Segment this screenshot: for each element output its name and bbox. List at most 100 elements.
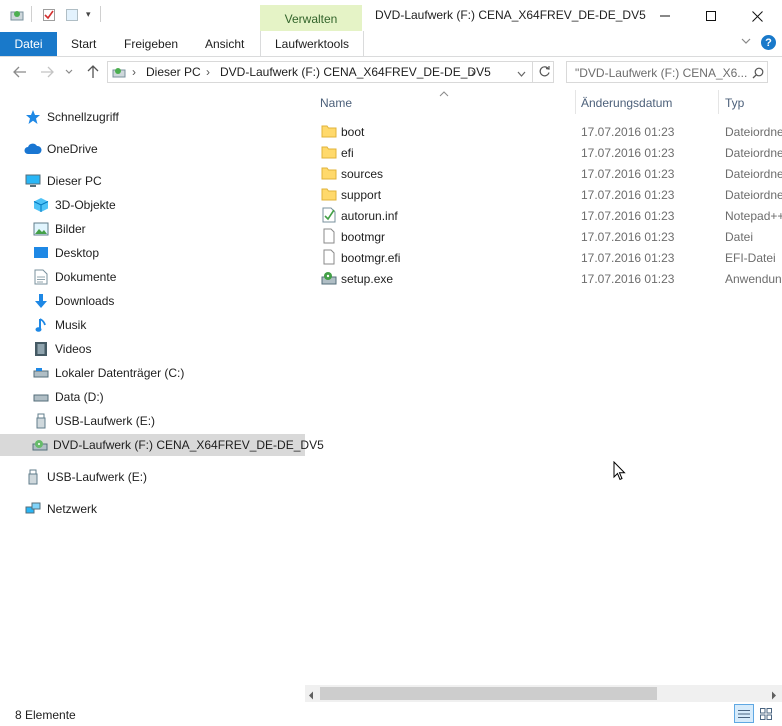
file-date: 17.07.2016 01:23 bbox=[581, 188, 675, 202]
properties-icon[interactable] bbox=[42, 8, 56, 22]
file-date: 17.07.2016 01:23 bbox=[581, 125, 675, 139]
close-button[interactable] bbox=[734, 0, 780, 32]
tab-datei[interactable]: Datei bbox=[0, 32, 57, 56]
minimize-button[interactable] bbox=[642, 0, 688, 32]
refresh-icon[interactable] bbox=[538, 65, 551, 81]
forward-button[interactable] bbox=[38, 63, 56, 81]
toolbar-divider bbox=[31, 6, 32, 22]
nav-item-schnellzugriff[interactable]: Schnellzugriff bbox=[24, 106, 119, 128]
horizontal-scrollbar[interactable] bbox=[305, 685, 782, 702]
status-bar: 8 Elemente bbox=[0, 702, 782, 726]
file-row[interactable]: bootmgr.efi 17.07.2016 01:23 EFI-Datei bbox=[305, 247, 782, 268]
file-row[interactable]: sources 17.07.2016 01:23 Dateiordner bbox=[305, 163, 782, 184]
dvd-icon bbox=[32, 437, 48, 453]
tab-ansicht[interactable]: Ansicht bbox=[205, 32, 244, 56]
file-name: setup.exe bbox=[341, 272, 394, 286]
file-icon bbox=[321, 249, 337, 265]
item-count: 8 Elemente bbox=[15, 708, 76, 722]
file-name: autorun.inf bbox=[341, 209, 398, 223]
search-input[interactable]: "DVD-Laufwerk (F:) CENA_X6... bbox=[566, 61, 768, 83]
address-history-dropdown-icon[interactable] bbox=[517, 66, 526, 80]
expand-ribbon-icon[interactable] bbox=[741, 36, 751, 48]
nav-item-usb-laufwerk-e-root[interactable]: USB-Laufwerk (E:) bbox=[24, 466, 147, 488]
file-row[interactable]: boot 17.07.2016 01:23 Dateiordner bbox=[305, 121, 782, 142]
file-row[interactable]: setup.exe 17.07.2016 01:23 Anwendung bbox=[305, 268, 782, 289]
file-type: Anwendung bbox=[725, 272, 782, 286]
large-icons-view-button[interactable] bbox=[756, 704, 776, 723]
scrollbar-thumb[interactable] bbox=[320, 687, 657, 700]
file-row[interactable]: bootmgr 17.07.2016 01:23 Datei bbox=[305, 226, 782, 247]
file-name: boot bbox=[341, 125, 365, 139]
nav-item-label: Bilder bbox=[55, 222, 86, 236]
file-date: 17.07.2016 01:23 bbox=[581, 209, 675, 223]
file-type: Dateiordner bbox=[725, 146, 782, 160]
details-view-button[interactable] bbox=[734, 704, 754, 723]
recent-locations-icon[interactable] bbox=[63, 63, 75, 81]
nav-item-usb-laufwerk-e[interactable]: USB-Laufwerk (E:) bbox=[32, 410, 155, 432]
breadcrumb-separator-icon[interactable]: › bbox=[206, 65, 210, 79]
address-divider bbox=[532, 62, 533, 82]
nav-item-3d-objekte[interactable]: 3D-Objekte bbox=[32, 194, 116, 216]
mouse-cursor-icon bbox=[613, 460, 626, 484]
nav-item-label: Lokaler Datenträger (C:) bbox=[55, 366, 185, 380]
breadcrumb-dvd-drive[interactable]: DVD-Laufwerk (F:) CENA_X64FREV_DE-DE_DV5 bbox=[220, 65, 491, 79]
search-icon[interactable] bbox=[752, 67, 764, 82]
file-row[interactable]: efi 17.07.2016 01:23 Dateiordner bbox=[305, 142, 782, 163]
file-name: bootmgr.efi bbox=[341, 251, 401, 265]
column-header-date[interactable]: Änderungsdatum bbox=[581, 96, 672, 110]
column-header-type[interactable]: Typ bbox=[725, 96, 744, 110]
column-divider[interactable] bbox=[575, 90, 576, 114]
title-bar: ▾ Verwalten DVD-Laufwerk (F:) CENA_X64FR… bbox=[0, 0, 782, 32]
window-title: DVD-Laufwerk (F:) CENA_X64FREV_DE-DE_DV5 bbox=[375, 8, 646, 22]
nav-item-downloads[interactable]: Downloads bbox=[32, 290, 114, 312]
help-button[interactable]: ? bbox=[761, 35, 776, 50]
toolbar-divider bbox=[100, 6, 101, 22]
maximize-button[interactable] bbox=[688, 0, 734, 32]
address-box[interactable]: › Dieser PC › DVD-Laufwerk (F:) CENA_X64… bbox=[107, 61, 554, 83]
nav-item-label: USB-Laufwerk (E:) bbox=[47, 470, 148, 484]
scroll-left-icon[interactable] bbox=[308, 689, 314, 703]
nav-item-dokumente[interactable]: Dokumente bbox=[32, 266, 116, 288]
breadcrumb-separator-icon[interactable]: › bbox=[132, 65, 136, 79]
nav-item-label: DVD-Laufwerk (F:) CENA_X64FREV_DE-DE_DV5 bbox=[53, 438, 324, 452]
dvd-drive-icon bbox=[112, 65, 126, 82]
file-row[interactable]: support 17.07.2016 01:23 Dateiordner bbox=[305, 184, 782, 205]
nav-item-label: Netzwerk bbox=[47, 502, 98, 516]
customize-toolbar-icon[interactable]: ▾ bbox=[86, 9, 100, 23]
nav-item-videos[interactable]: Videos bbox=[32, 338, 91, 360]
pictures-icon bbox=[32, 221, 50, 237]
network-icon bbox=[24, 501, 42, 517]
column-header-name[interactable]: Name bbox=[320, 96, 352, 110]
scroll-right-icon[interactable] bbox=[771, 689, 777, 703]
nav-item-bilder[interactable]: Bilder bbox=[32, 218, 86, 240]
file-date: 17.07.2016 01:23 bbox=[581, 230, 675, 244]
file-row[interactable]: autorun.inf 17.07.2016 01:23 Notepad++ bbox=[305, 205, 782, 226]
up-button[interactable] bbox=[84, 63, 102, 81]
cube-icon bbox=[32, 197, 50, 213]
nav-item-dieser-pc[interactable]: Dieser PC bbox=[24, 170, 102, 192]
nav-item-desktop[interactable]: Desktop bbox=[32, 242, 99, 264]
nav-item-label: Downloads bbox=[55, 294, 115, 308]
ribbon-tabs: Datei Start Freigeben Ansicht Laufwerkto… bbox=[0, 31, 782, 57]
tab-laufwerktools[interactable]: Laufwerktools bbox=[260, 31, 364, 56]
star-icon bbox=[24, 109, 42, 125]
breadcrumb-separator-icon[interactable]: › bbox=[471, 65, 475, 79]
usb-icon bbox=[32, 413, 50, 429]
new-folder-icon[interactable] bbox=[65, 8, 79, 22]
column-divider[interactable] bbox=[718, 90, 719, 114]
breadcrumb-dieser-pc[interactable]: Dieser PC bbox=[146, 65, 201, 79]
nav-item-label: Desktop bbox=[55, 246, 100, 260]
nav-item-dvd-laufwerk-f[interactable]: DVD-Laufwerk (F:) CENA_X64FREV_DE-DE_DV5 bbox=[0, 434, 324, 456]
nav-item-label: Musik bbox=[55, 318, 87, 332]
tab-start[interactable]: Start bbox=[71, 32, 96, 56]
nav-item-onedrive[interactable]: OneDrive bbox=[24, 138, 98, 160]
tab-freigeben[interactable]: Freigeben bbox=[124, 32, 178, 56]
context-group-verwalten: Verwalten bbox=[260, 5, 362, 32]
back-button[interactable] bbox=[11, 63, 29, 81]
drive-icon bbox=[32, 365, 50, 381]
file-name: support bbox=[341, 188, 382, 202]
nav-item-netzwerk[interactable]: Netzwerk bbox=[24, 498, 97, 520]
nav-item-lokaler-datentraeger[interactable]: Lokaler Datenträger (C:) bbox=[32, 362, 184, 384]
nav-item-musik[interactable]: Musik bbox=[32, 314, 86, 336]
nav-item-data-d[interactable]: Data (D:) bbox=[32, 386, 104, 408]
